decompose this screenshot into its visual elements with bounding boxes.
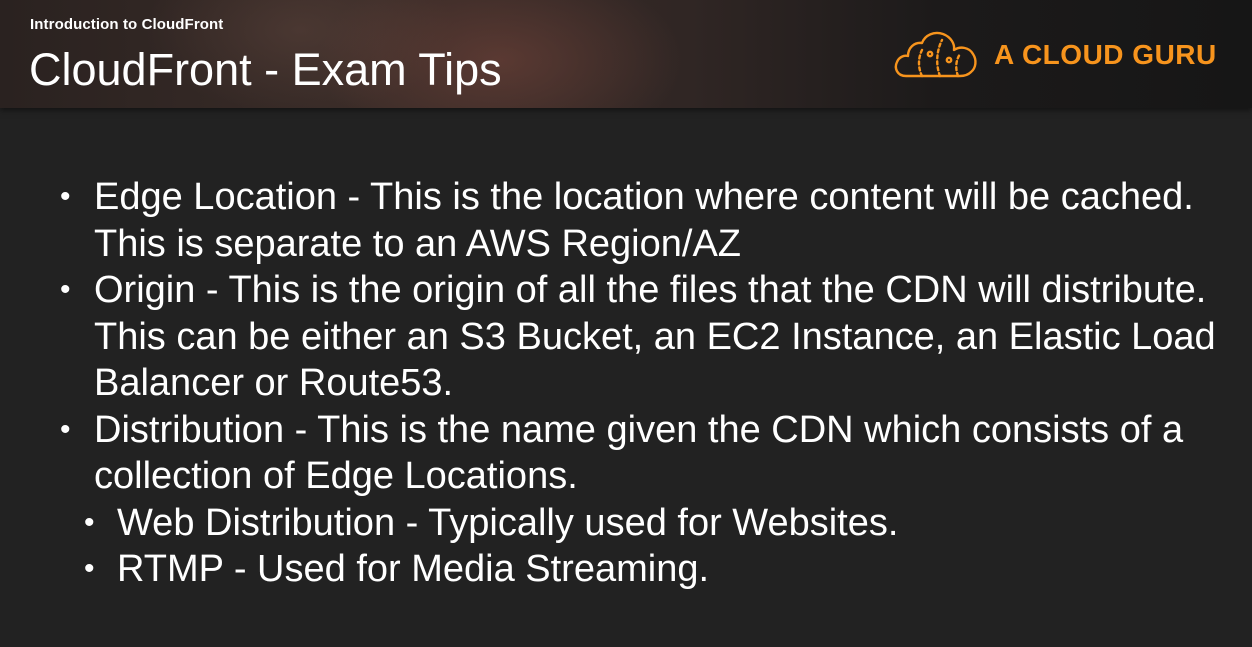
brand-logo: A CLOUD GURU xyxy=(892,28,1217,82)
sub-bullet-marker: • xyxy=(84,552,95,585)
list-item: • Origin - This is the origin of all the… xyxy=(56,267,1236,407)
bullet-text: Distribution - This is the name given th… xyxy=(94,408,1184,498)
section-subtitle: Introduction to CloudFront xyxy=(30,16,224,33)
list-item: • Edge Location - This is the location w… xyxy=(56,174,1236,267)
bullet-text: Origin - This is the origin of all the f… xyxy=(94,269,1216,404)
sub-list-item: • Web Distribution - Typically used for … xyxy=(56,500,1236,547)
slide-header: Introduction to CloudFront CloudFront - … xyxy=(0,0,1252,108)
sub-bullet-marker: • xyxy=(84,505,95,539)
brand-name: A CLOUD GURU xyxy=(994,39,1217,70)
slide-title: CloudFront - Exam Tips xyxy=(29,44,502,95)
sub-bullet-text: Web Distribution - Typically used for We… xyxy=(117,501,899,544)
sub-bullet-text: RTMP - Used for Media Streaming. xyxy=(117,548,710,590)
bullet-marker: • xyxy=(60,180,71,213)
cloud-icon xyxy=(894,31,977,78)
list-item: • Distribution - This is the name given … xyxy=(56,407,1236,500)
bullet-list: • Edge Location - This is the location w… xyxy=(56,174,1236,593)
bullet-marker: • xyxy=(60,412,71,446)
bullet-marker: • xyxy=(60,273,71,306)
bullet-text: Edge Location - This is the location whe… xyxy=(94,176,1194,265)
sub-list-item: • RTMP - Used for Media Streaming. xyxy=(56,546,1236,593)
